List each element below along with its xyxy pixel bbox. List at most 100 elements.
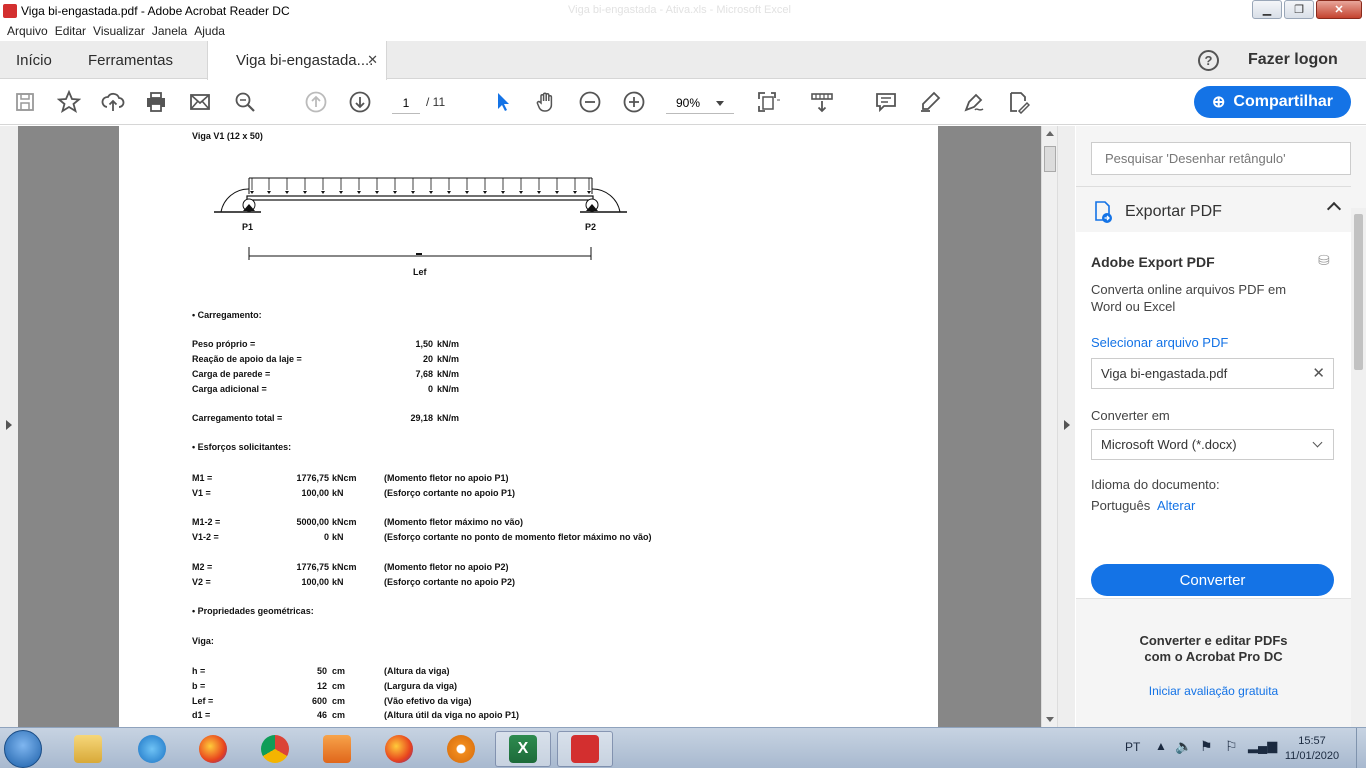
show-desktop-button[interactable] <box>1356 728 1366 768</box>
sign-icon[interactable] <box>962 90 986 114</box>
save-icon[interactable] <box>13 90 37 114</box>
highlight-icon[interactable] <box>918 90 942 114</box>
export-pdf-title: Exportar PDF <box>1125 203 1222 220</box>
fit-page-icon[interactable] <box>756 90 780 114</box>
panel-scrollbar-thumb[interactable] <box>1354 214 1363 370</box>
force-label: M2 = <box>192 562 213 572</box>
total-load-unit: kN/m <box>437 413 460 423</box>
geom-label: d1 = <box>192 710 211 720</box>
menu-editar[interactable]: Editar <box>55 24 86 38</box>
change-language-link[interactable]: Alterar <box>1157 498 1195 513</box>
scrollbar-thumb[interactable] <box>1044 146 1056 172</box>
upload-icon[interactable] <box>101 90 125 114</box>
force-value: 100,00 <box>301 488 329 498</box>
tray-expand-icon[interactable]: ▲ <box>1155 739 1167 753</box>
help-icon[interactable]: ? <box>1198 50 1219 71</box>
restore-button[interactable]: ❐ <box>1284 0 1314 19</box>
zoom-in-icon[interactable] <box>622 90 646 114</box>
cloud-icon: ⛁ <box>1318 252 1330 268</box>
document-scrollbar[interactable] <box>1041 126 1057 727</box>
geom-label: b = <box>192 681 206 691</box>
menu-arquivo[interactable]: Arquivo <box>7 24 48 38</box>
zoom-out-icon[interactable] <box>578 90 602 114</box>
free-trial-link[interactable]: Iniciar avaliação gratuita <box>1076 684 1351 698</box>
scroll-up-icon[interactable] <box>1046 131 1054 136</box>
load-value: 0 <box>427 384 433 394</box>
excel-icon[interactable]: X <box>495 731 551 767</box>
gear-app-icon[interactable] <box>433 731 489 767</box>
scroll-down-icon[interactable] <box>1046 717 1054 722</box>
tab-tools[interactable]: Ferramentas <box>88 41 173 79</box>
export-pdf-header[interactable]: Exportar PDF <box>1091 194 1351 230</box>
geom-label: Lef = <box>192 696 214 706</box>
force-desc: (Esforço cortante no apoio P1) <box>384 488 516 498</box>
language-indicator[interactable]: PT <box>1125 740 1140 754</box>
right-pane-toggle[interactable] <box>1057 126 1075 727</box>
export-description-line2: Word ou Excel <box>1091 299 1176 314</box>
load-label: Carga adicional = <box>192 384 267 394</box>
chevron-up-icon[interactable] <box>1326 201 1342 217</box>
mail-icon[interactable] <box>188 90 212 114</box>
acrobat-icon[interactable] <box>557 731 613 767</box>
tab-document[interactable]: Viga bi-engastada.... ✕ <box>207 41 387 80</box>
background-window-title: Viga bi-engastada - Ativa.xls - Microsof… <box>568 4 791 16</box>
tab-home[interactable]: Início <box>16 41 52 79</box>
page-up-icon[interactable] <box>304 90 328 114</box>
remove-file-icon[interactable]: ✕ <box>1312 359 1325 388</box>
left-pane-toggle[interactable] <box>0 126 18 727</box>
chrome-icon[interactable] <box>247 731 303 767</box>
load-label: Carga de parede = <box>192 369 271 379</box>
login-button[interactable]: Fazer logon <box>1248 51 1338 69</box>
menu-ajuda[interactable]: Ajuda <box>194 24 225 38</box>
firefox-icon[interactable] <box>185 731 241 767</box>
menu-visualizar[interactable]: Visualizar <box>93 24 145 38</box>
menu-janela[interactable]: Janela <box>152 24 187 38</box>
select-pdf-link[interactable]: Selecionar arquivo PDF <box>1091 335 1228 350</box>
print-icon[interactable] <box>144 90 168 114</box>
media-player-icon[interactable] <box>309 731 365 767</box>
edit-icon[interactable] <box>1006 90 1030 114</box>
adobe-export-title: Adobe Export PDF <box>1091 254 1215 270</box>
star-icon[interactable] <box>57 90 81 114</box>
flag-icon[interactable]: ⚐ <box>1225 738 1238 755</box>
explorer-icon[interactable] <box>60 731 116 767</box>
system-clock[interactable]: 15:57 11/01/2020 <box>1282 734 1342 764</box>
close-button[interactable]: ✕ <box>1316 0 1362 19</box>
start-button[interactable] <box>4 730 42 768</box>
comment-icon[interactable] <box>874 90 898 114</box>
page-number-input[interactable]: 1 <box>392 92 420 114</box>
firefox-icon[interactable] <box>371 731 427 767</box>
search-icon[interactable] <box>233 90 257 114</box>
add-user-icon: ⊕ <box>1212 94 1226 111</box>
tool-search-input[interactable]: Pesquisar 'Desenhar retângulo' <box>1091 142 1351 175</box>
selected-file-field[interactable]: Viga bi-engastada.pdf ✕ <box>1091 358 1334 389</box>
title-bar: Viga bi-engastada.pdf - Adobe Acrobat Re… <box>0 0 1366 21</box>
minimize-button[interactable]: ▁ <box>1252 0 1282 19</box>
format-select[interactable]: Microsoft Word (*.docx) <box>1091 429 1334 460</box>
hand-icon[interactable] <box>534 90 558 114</box>
load-label: Peso próprio = <box>192 339 256 349</box>
panel-scrollbar[interactable] <box>1351 208 1366 727</box>
beam-label: Viga: <box>192 636 214 646</box>
chevron-down-icon <box>716 101 724 106</box>
page-down-icon[interactable] <box>348 90 372 114</box>
ie-icon[interactable] <box>124 731 180 767</box>
share-button[interactable]: ⊕ Compartilhar <box>1194 86 1351 118</box>
cursor-icon[interactable] <box>491 90 515 114</box>
load-unit: kN/m <box>437 384 460 394</box>
geom-unit: cm <box>332 710 346 720</box>
acrobat-app-icon <box>3 3 17 18</box>
tab-bar: Início Ferramentas Viga bi-engastada....… <box>0 41 1366 80</box>
volume-icon[interactable]: 🔈 <box>1175 738 1192 755</box>
force-unit: kNcm <box>332 473 357 483</box>
convert-button[interactable]: Converter <box>1091 564 1334 596</box>
network-icon[interactable]: ⚑ <box>1200 738 1213 755</box>
force-label: V2 = <box>192 577 211 587</box>
span-label: Lef <box>413 267 427 277</box>
signal-icon[interactable]: ▂▄▆ <box>1248 738 1277 754</box>
scroll-mode-icon[interactable] <box>810 90 834 114</box>
tab-document-label: Viga bi-engastada.... <box>236 52 374 69</box>
zoom-select[interactable]: 90% <box>666 92 734 114</box>
promo-line1: Converter e editar PDFs <box>1139 633 1288 648</box>
close-tab-icon[interactable]: ✕ <box>367 52 378 68</box>
